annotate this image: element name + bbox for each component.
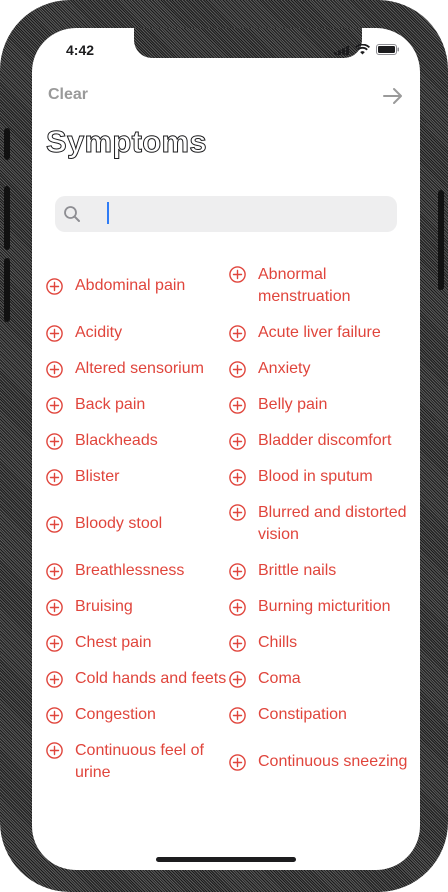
symptom-label: Back pain — [75, 396, 146, 413]
add-circle-icon — [229, 266, 246, 283]
symptom-label: Continuous sneezing — [258, 753, 408, 770]
add-circle-icon — [46, 468, 63, 486]
add-circle-icon — [229, 432, 246, 450]
symptom-label: Brittle nails — [258, 562, 337, 579]
symptom-label: Chills — [258, 634, 298, 651]
symptom-label: Chest pain — [75, 634, 152, 651]
symptom-label: Coma — [258, 670, 301, 687]
mute-switch — [4, 128, 10, 160]
battery-icon — [376, 44, 400, 55]
add-circle-icon — [46, 598, 63, 616]
wifi-icon — [355, 44, 370, 55]
symptom-label: Cold hands and feets — [75, 670, 227, 687]
symptom-label: Acute liver failure — [258, 324, 381, 341]
symptom-item[interactable]: Blurred and distorted vision — [229, 502, 418, 546]
notch — [134, 28, 362, 58]
symptom-item[interactable]: Acute liver failure — [229, 322, 418, 344]
symptom-label: Abnormal menstruation — [258, 266, 351, 305]
symptom-label: Belly pain — [258, 396, 328, 413]
symptom-label: Blister — [75, 468, 120, 485]
add-circle-icon — [46, 742, 63, 759]
symptom-label: Bladder discomfort — [258, 432, 392, 449]
symptom-item[interactable]: Abdominal pain — [46, 264, 229, 308]
symptom-item[interactable]: Bladder discomfort — [229, 430, 418, 452]
symptom-item[interactable]: Brittle nails — [229, 560, 418, 582]
symptom-item[interactable]: Acidity — [46, 322, 229, 344]
add-circle-icon — [46, 634, 63, 652]
symptom-item[interactable]: Coma — [229, 668, 418, 690]
symptom-item[interactable]: Bruising — [46, 596, 229, 618]
symptom-label: Congestion — [75, 706, 156, 723]
add-circle-icon — [46, 396, 63, 414]
symptom-label: Altered sensorium — [75, 360, 204, 377]
symptom-item[interactable]: Cold hands and feets — [46, 668, 229, 690]
search-icon — [63, 205, 81, 223]
symptom-item[interactable]: Continuous feel of urine — [46, 740, 229, 784]
arrow-right-icon[interactable] — [382, 86, 404, 106]
symptom-item[interactable]: Abnormal menstruation — [229, 264, 418, 308]
power-button — [438, 190, 444, 290]
add-circle-icon — [46, 432, 63, 450]
add-circle-icon — [229, 753, 246, 771]
add-circle-icon — [46, 670, 63, 688]
symptom-item[interactable]: Anxiety — [229, 358, 418, 380]
symptom-item[interactable]: Congestion — [46, 704, 229, 726]
add-circle-icon — [229, 670, 246, 688]
symptom-item[interactable]: Continuous sneezing — [229, 740, 418, 784]
symptom-label: Anxiety — [258, 360, 311, 377]
add-circle-icon — [229, 468, 246, 486]
add-circle-icon — [46, 706, 63, 724]
symptom-label: Continuous feel of urine — [75, 742, 204, 781]
add-circle-icon — [229, 360, 246, 378]
add-circle-icon — [229, 324, 246, 342]
page-title: Symptoms — [46, 124, 208, 160]
symptom-item[interactable]: Burning micturition — [229, 596, 418, 618]
symptom-label: Constipation — [258, 706, 347, 723]
add-circle-icon — [229, 504, 246, 521]
symptom-label: Blurred and distorted vision — [258, 504, 407, 543]
symptom-label: Bloody stool — [75, 515, 163, 532]
add-circle-icon — [229, 634, 246, 652]
search-input[interactable] — [85, 202, 385, 226]
symptom-label: Abdominal pain — [75, 277, 186, 294]
status-icons — [334, 44, 400, 55]
symptom-item[interactable]: Belly pain — [229, 394, 418, 416]
status-time: 4:42 — [66, 42, 95, 58]
add-circle-icon — [46, 515, 63, 533]
volume-down-button — [4, 258, 10, 322]
phone-screen: 4:42 Clear Symptoms Abdominal pain Abnor… — [32, 28, 420, 870]
symptom-item[interactable]: Back pain — [46, 394, 229, 416]
symptom-item[interactable]: Breathlessness — [46, 560, 229, 582]
symptom-item[interactable]: Blister — [46, 466, 229, 488]
symptom-item[interactable]: Bloody stool — [46, 502, 229, 546]
volume-up-button — [4, 186, 10, 250]
symptom-item[interactable]: Constipation — [229, 704, 418, 726]
symptom-list: Abdominal pain Abnormal menstruation Aci… — [46, 264, 418, 784]
add-circle-icon — [46, 360, 63, 378]
search-bar[interactable] — [55, 196, 397, 232]
cellular-signal-icon — [334, 45, 349, 55]
device-frame: 4:42 Clear Symptoms Abdominal pain Abnor… — [0, 0, 448, 892]
symptom-label: Burning micturition — [258, 598, 391, 615]
clear-button[interactable]: Clear — [48, 86, 88, 104]
add-circle-icon — [46, 324, 63, 342]
add-circle-icon — [229, 396, 246, 414]
add-circle-icon — [46, 562, 63, 580]
text-cursor — [107, 202, 109, 224]
add-circle-icon — [229, 706, 246, 724]
home-indicator[interactable] — [156, 857, 296, 862]
symptom-item[interactable]: Altered sensorium — [46, 358, 229, 380]
symptom-label: Bruising — [75, 598, 133, 615]
symptom-label: Breathlessness — [75, 562, 185, 579]
add-circle-icon — [229, 562, 246, 580]
symptom-item[interactable]: Blood in sputum — [229, 466, 418, 488]
symptom-label: Blackheads — [75, 432, 158, 449]
symptom-item[interactable]: Chills — [229, 632, 418, 654]
add-circle-icon — [229, 598, 246, 616]
symptom-label: Acidity — [75, 324, 123, 341]
add-circle-icon — [46, 277, 63, 295]
symptom-item[interactable]: Chest pain — [46, 632, 229, 654]
symptom-item[interactable]: Blackheads — [46, 430, 229, 452]
symptom-label: Blood in sputum — [258, 468, 373, 485]
